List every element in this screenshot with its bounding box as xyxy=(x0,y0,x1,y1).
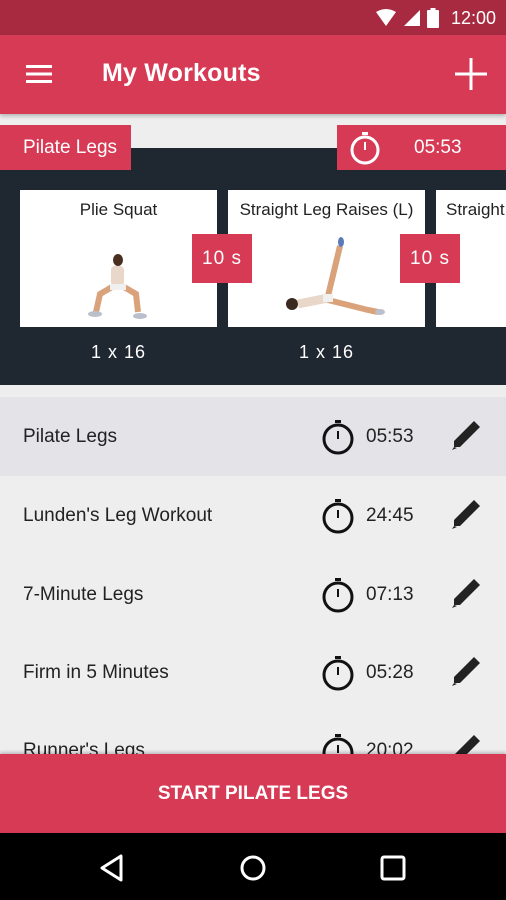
workout-row[interactable]: Firm in 5 Minutes 05:28 xyxy=(0,633,506,712)
workout-row[interactable]: 7-Minute Legs 07:13 xyxy=(0,555,506,634)
rest-duration: 10 s xyxy=(192,234,252,283)
stopwatch-icon xyxy=(322,656,354,691)
exercise-name: Straight Leg Raises (L) xyxy=(239,200,414,219)
status-bar: 12:00 xyxy=(0,0,506,35)
exercise-card[interactable]: Plie Squat xyxy=(20,190,217,327)
exercise-illustration xyxy=(286,237,385,315)
status-time: 12:00 xyxy=(450,7,496,28)
exercise-reps: 1 x 16 xyxy=(90,342,147,362)
stopwatch-icon xyxy=(322,734,354,754)
stopwatch-icon xyxy=(350,132,380,165)
workout-name: Pilate Legs xyxy=(23,426,118,447)
workout-duration: 24:45 xyxy=(366,505,414,526)
start-workout-button[interactable]: START PILATE LEGS xyxy=(0,754,506,833)
pencil-edit-icon[interactable] xyxy=(450,733,482,754)
battery-icon xyxy=(426,8,439,28)
recents-icon[interactable] xyxy=(376,851,410,885)
exercise-card[interactable]: Straight Leg Raises (L) xyxy=(228,190,425,327)
workout-preview: Pilate Legs 05:53 Plie Squat 1 x 16 10 s… xyxy=(0,114,506,385)
pencil-edit-icon[interactable] xyxy=(450,655,482,687)
stopwatch-icon xyxy=(322,578,354,613)
back-icon[interactable] xyxy=(96,851,130,885)
pencil-edit-icon[interactable] xyxy=(450,577,482,609)
workout-list: Pilate Legs 05:53 Lunden's Leg Workout 2… xyxy=(0,397,506,754)
workout-name: Firm in 5 Minutes xyxy=(23,662,169,683)
status-icons: 12:00 xyxy=(375,6,496,30)
workout-name: Lunden's Leg Workout xyxy=(23,505,213,526)
preview-workout-name: Pilate Legs xyxy=(0,125,131,170)
stopwatch-icon xyxy=(322,499,354,534)
stopwatch-icon xyxy=(322,420,354,455)
workout-duration: 20:02 xyxy=(366,740,414,754)
workout-duration: 05:28 xyxy=(366,662,414,683)
workout-name: 7-Minute Legs xyxy=(23,584,144,605)
home-icon[interactable] xyxy=(236,851,270,885)
workout-row[interactable]: Lunden's Leg Workout 24:45 xyxy=(0,476,506,555)
wifi-icon xyxy=(375,9,396,26)
preview-total-time: 05:53 xyxy=(337,125,506,170)
app-bar: My Workouts xyxy=(0,35,506,114)
workout-row[interactable]: Runner's Legs 20:02 xyxy=(0,711,506,754)
exercise-illustration xyxy=(88,254,147,319)
rest-duration: 10 s xyxy=(400,234,460,283)
workout-duration: 07:13 xyxy=(366,584,414,605)
hamburger-menu-icon[interactable] xyxy=(24,62,54,86)
workout-duration: 05:53 xyxy=(366,426,414,447)
cell-signal-icon xyxy=(403,10,420,26)
workout-row[interactable]: Pilate Legs 05:53 xyxy=(0,397,506,476)
system-nav-bar xyxy=(0,833,506,900)
exercise-name: Straight Leg Raises (R) xyxy=(446,200,506,219)
exercise-reps: 1 x 16 xyxy=(298,342,355,362)
pencil-edit-icon[interactable] xyxy=(450,498,482,530)
workout-name: Runner's Legs xyxy=(23,740,145,754)
preview-time-value: 05:53 xyxy=(414,137,462,158)
plus-icon[interactable] xyxy=(454,57,488,91)
exercise-name: Plie Squat xyxy=(79,200,158,219)
pencil-edit-icon[interactable] xyxy=(450,419,482,451)
page-title: My Workouts xyxy=(102,59,261,87)
